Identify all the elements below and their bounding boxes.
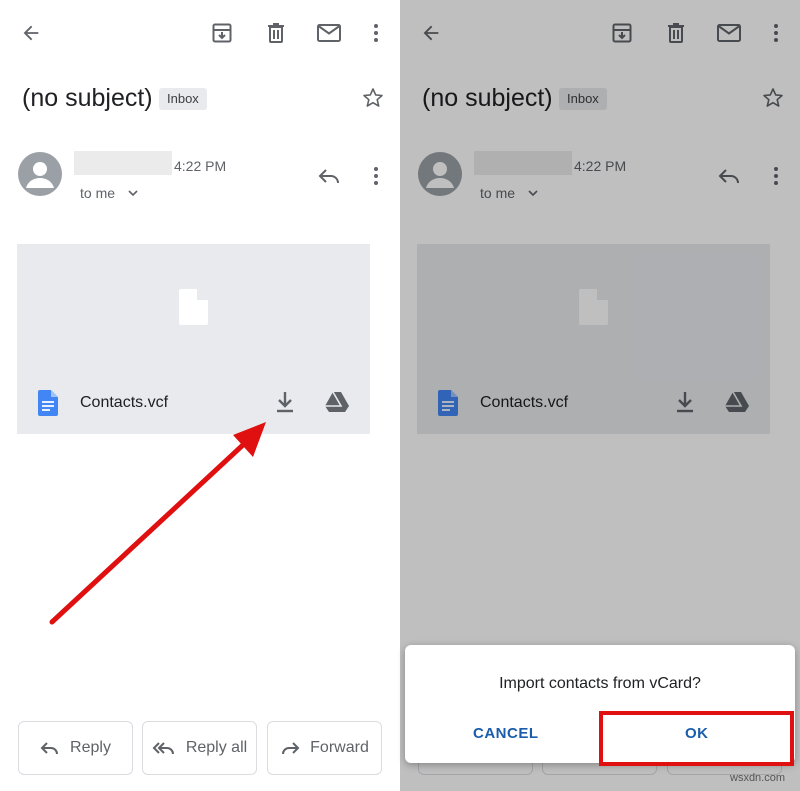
watermark: wsxdn.com <box>730 772 786 784</box>
reply-button[interactable]: Reply <box>18 721 133 775</box>
annotation-arrow <box>49 422 266 625</box>
reply-all-label: Reply all <box>185 739 248 756</box>
forward-button[interactable]: Forward <box>267 721 382 775</box>
ok-highlight-box <box>599 711 794 766</box>
reply-all-icon <box>152 742 174 755</box>
reply-icon <box>40 742 59 755</box>
reply-all-button[interactable]: Reply all <box>142 721 257 775</box>
dialog-message: Import contacts from vCard? <box>499 675 701 692</box>
cancel-button[interactable]: CANCEL <box>473 725 539 742</box>
reply-label: Reply <box>70 739 111 756</box>
email-screen-left: (no subject) Inbox 4:22 PM to me Contact… <box>0 0 400 791</box>
forward-icon <box>282 742 300 755</box>
forward-label: Forward <box>310 739 369 756</box>
